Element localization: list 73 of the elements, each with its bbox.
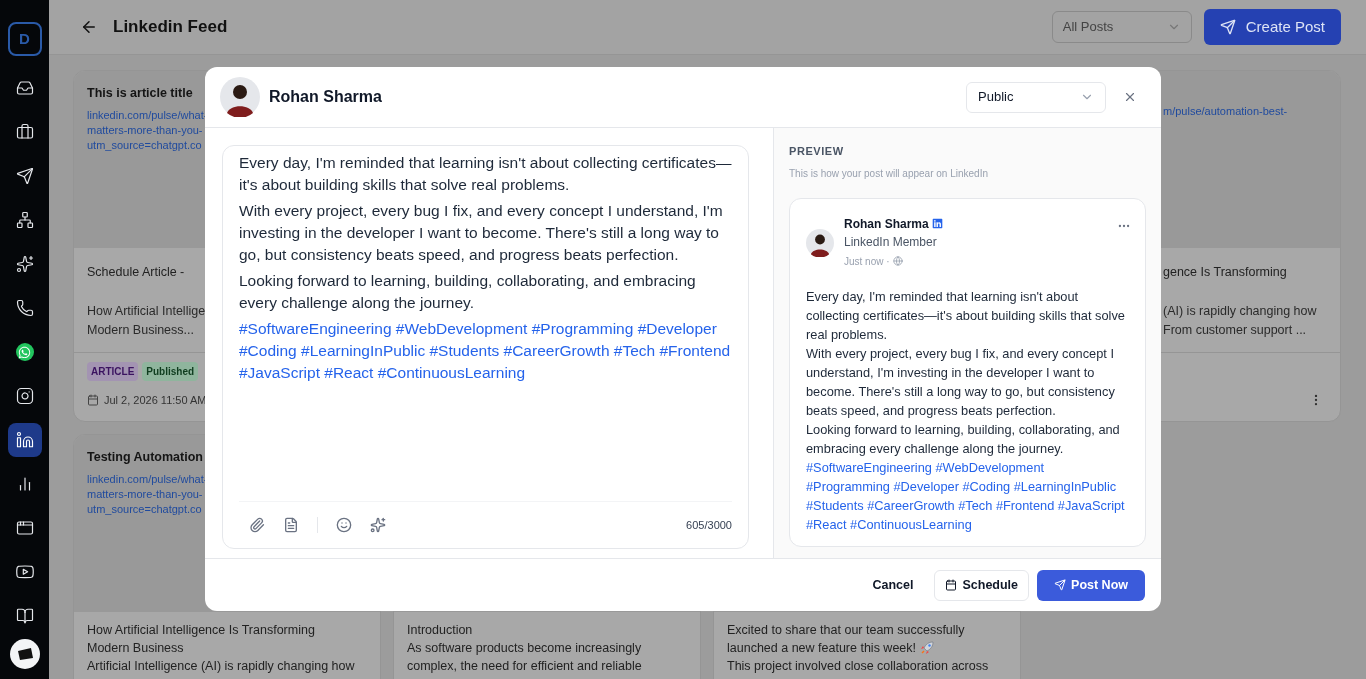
calendar-icon [87, 394, 99, 407]
preview-label: PREVIEW [789, 144, 845, 159]
back-icon[interactable] [80, 18, 98, 36]
preview-text: With every project, every bug I fix, and every concept I understand, I'm investing in the developer I want to become. There's still a long way to go, but consistency beats speed, and progress beats perfection. [806, 344, 1116, 420]
article-link[interactable]: m/pulse/automation-best- [1163, 104, 1288, 119]
status-tag: Published [142, 362, 199, 381]
linkedin-icon [931, 218, 943, 229]
preview-hint: This is how your post will appear on LinkedIn [789, 166, 989, 181]
window-icon [15, 519, 34, 537]
whatsapp-icon [15, 343, 34, 361]
card-excerpt: How Artificial Intellige Modern Business... [87, 302, 206, 339]
card-text: launched a new feature this week! [727, 640, 916, 657]
post-text: Looking forward to learning, building, collaborating, and embracing every challenge along the journey. [239, 271, 697, 313]
book-icon [15, 607, 34, 625]
filter-select[interactable]: All Posts [1051, 11, 1192, 43]
emoji-icon[interactable] [336, 517, 352, 533]
preview-hashtags: #SoftwareEngineering #WebDevelopment #Programming #Developer #Coding #LearningInPublic #Students #CareerGrowth #Tech #Frontend #JavaScript #React #ContinuousLearning [806, 458, 1126, 534]
schedule-button[interactable]: Schedule [934, 569, 1030, 601]
card-title: Testing Automation [87, 449, 203, 466]
calendar-icon [945, 579, 958, 591]
briefcase-icon [15, 123, 34, 141]
send-icon [1219, 19, 1236, 35]
card-text: Introduction [407, 622, 473, 639]
sidebar-item[interactable] [7, 423, 42, 457]
card-text: As software products become increasingly [407, 640, 642, 657]
create-post-button[interactable]: Create Post [1203, 9, 1341, 45]
card-text: Modern Business [87, 640, 184, 657]
card-subtitle: Schedule Article - [87, 264, 185, 281]
cancel-button[interactable]: Cancel [859, 569, 927, 601]
avatar [806, 228, 834, 257]
avatar [220, 77, 260, 117]
logo[interactable]: D [7, 22, 42, 56]
profile-logo-icon[interactable] [9, 639, 40, 669]
document-icon[interactable] [283, 517, 299, 533]
post-now-button[interactable]: Post Now [1037, 569, 1145, 601]
attach-icon[interactable] [249, 517, 265, 533]
close-button[interactable] [1123, 90, 1137, 104]
card-text: complex, the need for efficient and reliable [407, 658, 642, 675]
post-text: With every project, every bug I fix, and every concept I understand, I'm investing in the developer I want to become. There's still a long way to go, but consistency beats speed, and progress beats perfection. [239, 201, 724, 265]
author-name: Rohan Sharma [269, 87, 382, 107]
card-excerpt: (AI) is rapidly changing how From customer support ... [1163, 302, 1318, 339]
preview-author: Rohan Sharma [844, 215, 929, 233]
page-title: Linkedin Feed [113, 16, 228, 39]
post-text: Every day, I'm reminded that learning isn't about collecting certificates—it's about building skills that solve real problems. [239, 153, 732, 195]
post-time: Just now · [844, 254, 890, 269]
character-count: 605/3000 [686, 517, 732, 533]
linkedin-icon [15, 431, 34, 449]
card-text: Excited to share that our team successfully [727, 622, 965, 639]
post-hashtags: #SoftwareEngineering #WebDevelopment #Programming #Developer #Coding #LearningInPublic #Students #CareerGrowth #Tech #Frontend #JavaScript #React #ContinuousLearning [239, 319, 732, 383]
phone-icon [15, 299, 34, 317]
send-icon [1054, 579, 1067, 591]
card-text: How Artificial Intelligence Is Transforming [87, 622, 315, 639]
preview-text: Every day, I'm reminded that learning isn't about collecting certificates—it's about building skills that solve real problems. [806, 287, 1126, 344]
sparkles-icon[interactable] [370, 517, 386, 533]
author-role: LinkedIn Member [844, 233, 938, 251]
youtube-icon [15, 563, 34, 581]
article-link[interactable]: linkedin.com/pulse/what- matters-more-than-you- utm_source=chatgpt.co [87, 107, 208, 153]
globe-icon [892, 256, 903, 266]
preview-text: Looking forward to learning, building, collaborating, and embracing every challenge along the journey. [806, 420, 1121, 458]
rocket-icon [920, 641, 934, 655]
status-tag: ARTICLE [87, 362, 139, 381]
card-text: This project involved close collaboration across [727, 658, 989, 675]
card-title: This is article title [87, 85, 193, 102]
card-subtitle: gence Is Transforming [1163, 264, 1288, 281]
inbox-icon [15, 79, 34, 97]
card-text: Artificial Intelligence (AI) is rapidly changing how [87, 658, 355, 675]
sparkles-icon [15, 255, 34, 273]
instagram-icon [15, 387, 34, 405]
visibility-select[interactable]: Public [966, 81, 1106, 113]
post-editor[interactable] [222, 145, 749, 549]
article-link[interactable]: linkedin.com/pulse/what- matters-more-than-you- utm_source=chatgpt.co [87, 471, 208, 517]
send-icon [15, 167, 34, 185]
network-icon [15, 211, 34, 229]
